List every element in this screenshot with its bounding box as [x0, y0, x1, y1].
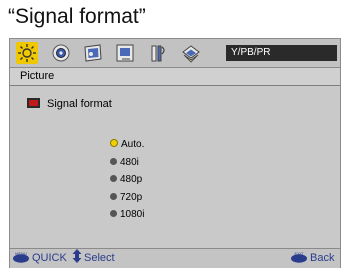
option-label: 720p	[120, 191, 143, 203]
option-720p[interactable]: 720p	[110, 189, 144, 207]
menu-footer: MENU QUICK Select EXIT Back	[10, 248, 340, 268]
menu-tag: MENU	[15, 251, 27, 256]
radio-icon	[110, 192, 117, 200]
quick-label: QUICK	[32, 252, 67, 264]
option-label: Auto.	[121, 139, 145, 150]
osd-menu: Y/PB/PR Picture Signal format Auto. 480i…	[9, 38, 341, 268]
panel-title: Signal format	[27, 97, 112, 111]
select-label: Select	[84, 252, 115, 264]
back-key-hint: EXIT Back	[290, 249, 334, 270]
picture-icon[interactable]	[16, 42, 38, 64]
setup-icon[interactable]	[147, 42, 169, 64]
option-label: 480i	[120, 156, 139, 168]
signal-format-icon	[27, 98, 40, 108]
radio-icon	[110, 157, 117, 165]
option-480p[interactable]: 480p	[110, 171, 144, 189]
breadcrumb-label: Picture	[20, 70, 55, 82]
option-list: Auto. 480i 480p 720p 1080i	[110, 136, 144, 224]
menu-toolbar: Y/PB/PR	[10, 39, 340, 68]
option-auto[interactable]: Auto.	[110, 136, 144, 154]
signal-format-panel: Signal format Auto. 480i 480p 720p 1080i	[10, 86, 340, 248]
option-label: 480p	[120, 174, 143, 185]
option-label: 1080i	[120, 209, 145, 220]
input-source-label: Y/PB/PR	[226, 45, 337, 61]
radio-selected-icon	[110, 139, 118, 147]
quick-key-hint: MENU QUICK	[12, 249, 67, 270]
panel-title-label: Signal format	[47, 98, 112, 110]
select-key-hint: Select	[72, 249, 115, 270]
menu-button-icon: MENU	[12, 251, 30, 270]
radio-icon	[110, 210, 117, 217]
up-down-arrow-icon	[72, 249, 82, 270]
tools-icon[interactable]	[180, 42, 202, 64]
page-caption: “Signal format”	[8, 5, 146, 28]
sound-icon[interactable]	[50, 42, 72, 64]
exit-tag: EXIT	[295, 251, 304, 256]
option-1080i[interactable]: 1080i	[110, 206, 144, 224]
timer-icon[interactable]	[114, 42, 136, 64]
back-label: Back	[310, 252, 335, 264]
radio-icon	[110, 175, 117, 182]
breadcrumb: Picture	[10, 68, 340, 86]
screen-icon[interactable]	[82, 42, 104, 64]
exit-button-icon: EXIT	[290, 251, 308, 270]
option-480i[interactable]: 480i	[110, 154, 144, 172]
